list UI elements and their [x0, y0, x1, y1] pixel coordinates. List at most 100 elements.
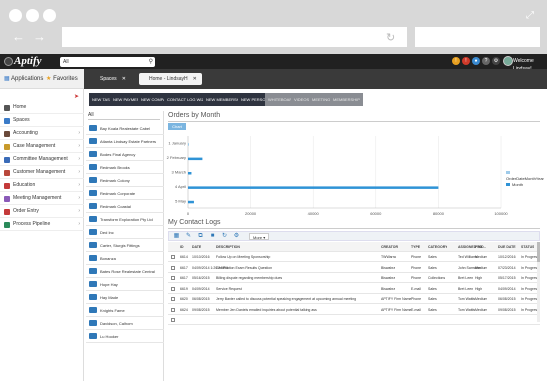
table-row[interactable]: 6620 06/08/2015 Jerry Baxter called to dis… [168, 294, 540, 304]
notification-icon[interactable]: ! [452, 57, 460, 65]
x-tick-label: 60000 [370, 211, 382, 216]
column-header[interactable]: DESCRIPTION [216, 242, 240, 252]
address-bar[interactable] [62, 27, 407, 47]
edit-icon[interactable]: ✎ [185, 233, 192, 240]
row-checkbox[interactable] [171, 276, 175, 280]
sidebar-item-order-entry[interactable]: Order Entry › [0, 205, 84, 218]
list-item[interactable]: Hay Made [86, 291, 164, 304]
alert-icon[interactable]: ! [462, 57, 470, 65]
column-header[interactable]: STATUS [521, 242, 534, 252]
browser-search-box[interactable] [415, 27, 540, 47]
row-checkbox[interactable] [171, 255, 175, 259]
record-list: All Bay Koala Realestate Cabel Atlanta Li… [86, 111, 164, 381]
column-header[interactable]: CATEGORY [428, 242, 447, 252]
table-row[interactable]: 6614 10/10/2016 Follow Up on Meeting Spons… [168, 252, 540, 262]
list-item[interactable]: Redmark Brooks [86, 161, 164, 174]
sidebar-item-spaces[interactable]: Spaces [0, 114, 84, 127]
copy-icon[interactable]: ⧉ [197, 233, 204, 240]
list-item[interactable]: Bodes Final Agency [86, 148, 164, 161]
search-scope-select[interactable]: All [63, 57, 69, 67]
column-header[interactable]: DUE DATE [498, 242, 516, 252]
sidebar-item-meeting-management[interactable]: Meeting Management › [0, 192, 84, 205]
user-icon[interactable]: ● [472, 57, 480, 65]
list-item[interactable]: Bay Koala Realestate Cabel [86, 122, 164, 135]
table-row[interactable]: 6617 04/09/2014 1:20:24 PM Certification E… [168, 263, 540, 273]
gear-icon[interactable]: ⚙ [492, 57, 500, 65]
list-item[interactable]: Bates Rose Realestate Central [86, 265, 164, 278]
company-icon [89, 138, 97, 144]
table-row[interactable] [168, 315, 540, 325]
table-row[interactable]: 6619 04/09/2014 Service Request Biswabra E-m… [168, 284, 540, 294]
row-checkbox[interactable] [171, 286, 175, 291]
list-item[interactable]: Knights Fame [86, 304, 164, 317]
list-item[interactable]: Davidson, Calhom [86, 317, 164, 330]
grid-icon: ▦ [4, 76, 10, 82]
legend-label: Month [512, 182, 524, 187]
sidebar-item-accounting[interactable]: Accounting › [0, 127, 84, 140]
list-item[interactable]: Transform Exploration Pty Ltd [86, 213, 164, 226]
tab-applications[interactable]: ▦ Applications [4, 74, 43, 84]
table-row[interactable]: 6617 05/16/2015 Billing dispute regarding … [168, 273, 540, 283]
help-icon[interactable]: ? [482, 57, 490, 65]
tab-spaces[interactable]: Spaces ✕ [90, 73, 131, 85]
column-header[interactable]: TYPE [411, 242, 420, 252]
tab-home[interactable]: Home - LindsayH ✕ [139, 73, 202, 85]
row-checkbox[interactable] [171, 318, 175, 322]
sidebar-item-label: Accounting [13, 130, 38, 136]
close-icon[interactable]: ✕ [122, 76, 126, 82]
orders-chart: 0 20000 40000 60000 80000 100000 1 January 2 Fe… [167, 136, 508, 216]
sidebar-item-process-pipeline[interactable]: Process Pipeline › [0, 218, 84, 231]
column-header[interactable]: PRIO... [475, 242, 486, 252]
forward-arrow-icon[interactable]: → [33, 30, 46, 43]
row-checkbox[interactable] [171, 307, 175, 312]
row-checkbox[interactable] [171, 297, 175, 301]
list-item[interactable]: Redmark Corporate [86, 187, 164, 200]
list-filter-select[interactable]: All [88, 112, 160, 120]
legend-swatch [506, 183, 510, 187]
list-item[interactable]: Bonanza [86, 252, 164, 265]
action-button[interactable]: MEMBERSHIP [330, 93, 363, 106]
row-checkbox[interactable] [171, 265, 175, 270]
column-header[interactable]: CREATOR [381, 242, 398, 252]
sidebar-item-committee-management[interactable]: Committee Management › [0, 153, 84, 166]
list-item[interactable]: Atlanta Lindsay Estate Partners [86, 135, 164, 148]
delete-icon[interactable]: ■ [209, 233, 216, 240]
sidebar-item-education[interactable]: Education › [0, 179, 84, 192]
reload-icon[interactable]: ↻ [386, 31, 395, 44]
list-item[interactable]: Redmark Colony [86, 174, 164, 187]
pin-icon[interactable]: ➤ [74, 93, 79, 100]
sidebar-item-case-management[interactable]: Case Management › [0, 140, 84, 153]
list-item[interactable]: Redmark Coastal [86, 200, 164, 213]
column-header[interactable]: DATE [192, 242, 201, 252]
window-close-dot[interactable] [9, 9, 22, 22]
app-logo[interactable]: Aptify [14, 55, 42, 67]
list-item[interactable]: Ded Inc [86, 226, 164, 239]
chart-tab[interactable]: Chart [168, 123, 186, 130]
sidebar-item-customer-management[interactable]: Customer Management › [0, 166, 84, 179]
list-item[interactable]: Lu Hooker [86, 330, 164, 343]
table-row[interactable]: 6624 09/08/2015 Member Jen Daniels emailed… [168, 305, 540, 315]
window-maximize-dot[interactable] [43, 9, 56, 22]
column-header[interactable]: ID [180, 242, 184, 252]
avatar[interactable] [503, 56, 513, 66]
sidebar-item-home[interactable]: Home [0, 101, 84, 114]
back-arrow-icon[interactable]: ← [12, 30, 25, 43]
table-cell: APTIFY Firm Name [381, 307, 412, 312]
scroll-thumb[interactable] [537, 242, 540, 262]
global-search-input[interactable]: All ⚲ [60, 57, 155, 67]
chevron-right-icon: › [78, 156, 80, 162]
tab-favorites[interactable]: ★ Favorites [46, 74, 78, 84]
window-minimize-dot[interactable] [26, 9, 39, 22]
settings-icon[interactable]: ⚙ [233, 233, 240, 240]
table-cell: 6620 [180, 297, 188, 301]
more-button[interactable]: More ▾ [249, 233, 270, 240]
grid-scrollbar[interactable] [537, 242, 540, 322]
search-icon[interactable]: ⚲ [149, 57, 153, 67]
expand-icon[interactable]: ⤢ [526, 10, 534, 21]
list-item[interactable]: Hope Hay [86, 278, 164, 291]
chevron-down-icon: ▾ [263, 235, 266, 240]
new-record-icon[interactable]: ▦ [173, 233, 180, 240]
refresh-icon[interactable]: ↻ [221, 233, 228, 240]
close-icon[interactable]: ✕ [193, 76, 197, 82]
list-item[interactable]: Carter, Sturgis Fittings [86, 239, 164, 252]
